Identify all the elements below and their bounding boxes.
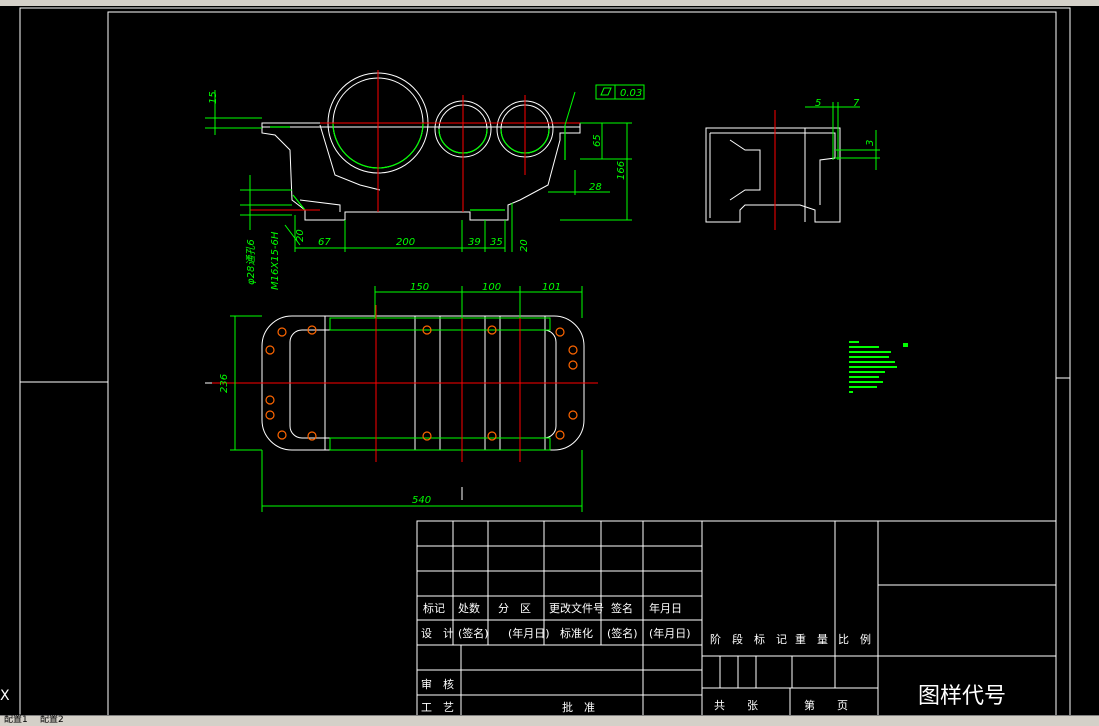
dim-101: 101	[542, 282, 561, 293]
tb-weight: 重 量	[795, 632, 828, 646]
viewport-top-edge	[0, 0, 1099, 6]
tb-design-date: (年月日)	[508, 626, 550, 640]
dim-35: 35	[490, 237, 503, 248]
tb-review: 审 核	[421, 677, 454, 691]
dim-5: 5	[815, 98, 821, 109]
dim-150: 150	[410, 282, 429, 293]
dim-39: 39	[468, 237, 481, 248]
dim-20-left: 20	[295, 229, 306, 242]
tb-mark: 标记	[423, 601, 445, 615]
dim-15: 15	[208, 91, 219, 104]
tb-standardization: 标准化	[560, 626, 593, 640]
dim-166: 166	[616, 161, 627, 180]
side-view-dimension-lines	[205, 90, 632, 252]
dim-3: 3	[865, 140, 876, 146]
plan-view: 150 100 101 236 540	[205, 282, 598, 512]
dim-67: 67	[318, 237, 331, 248]
tb-approve: 批 准	[562, 700, 595, 714]
tb-std-sign: (签名)	[607, 626, 638, 640]
tb-design-sign: (签名)	[458, 626, 489, 640]
tb-drawing-code: 图样代号	[918, 684, 1006, 709]
dim-200: 200	[396, 237, 415, 248]
tb-date: 年月日	[649, 601, 682, 615]
cad-drawing-canvas[interactable]: 0.03 15 65 166 28 20 67 200 39 35 20 φ28…	[0, 0, 1099, 716]
technical-notes	[849, 341, 908, 393]
dim-28: 28	[589, 182, 602, 193]
hole-note-line2: M16X15-6H	[270, 231, 281, 290]
hole-note-line1: φ28通孔6	[245, 239, 257, 285]
tab-layout-2[interactable]: 配置2	[38, 715, 66, 725]
tb-stage-mark: 阶 段 标 记	[710, 632, 787, 646]
side-view: 0.03 15 65 166 28 20 67 200 39 35 20 φ28…	[205, 70, 645, 290]
tb-count: 处数	[458, 602, 480, 615]
tb-zone: 分 区	[498, 602, 531, 615]
dim-100: 100	[482, 282, 501, 293]
tb-sheet-no: 第 页	[804, 698, 848, 712]
ucs-x-axis-icon: X	[0, 688, 10, 704]
dim-20-right: 20	[519, 239, 530, 252]
tb-signature: 签名	[611, 601, 633, 615]
tb-design: 设 计	[421, 627, 454, 640]
dim-7: 7	[853, 98, 860, 109]
dim-236: 236	[219, 374, 230, 393]
tab-layout-1[interactable]: 配置1	[2, 715, 30, 725]
side-view-centerlines	[250, 70, 585, 212]
title-block: 标记 处数 分 区 更改文件号 签名 年月日 设 计 (签名) (年月日) 标准…	[416, 520, 1057, 716]
tb-process: 工 艺	[421, 701, 454, 714]
bore-hatch-green	[270, 122, 566, 211]
tb-sheets-total: 共 张	[714, 699, 758, 712]
tb-std-date: (年月日)	[649, 626, 691, 640]
tb-change-doc: 更改文件号	[549, 601, 604, 615]
dim-65: 65	[592, 134, 603, 147]
tolerance-value: 0.03	[620, 88, 642, 99]
end-view: 5 7 3	[705, 98, 880, 230]
tb-scale: 比 例	[838, 632, 871, 646]
dim-540: 540	[412, 495, 431, 506]
layout-tab-bar: 配置1 配置2	[0, 715, 1099, 726]
